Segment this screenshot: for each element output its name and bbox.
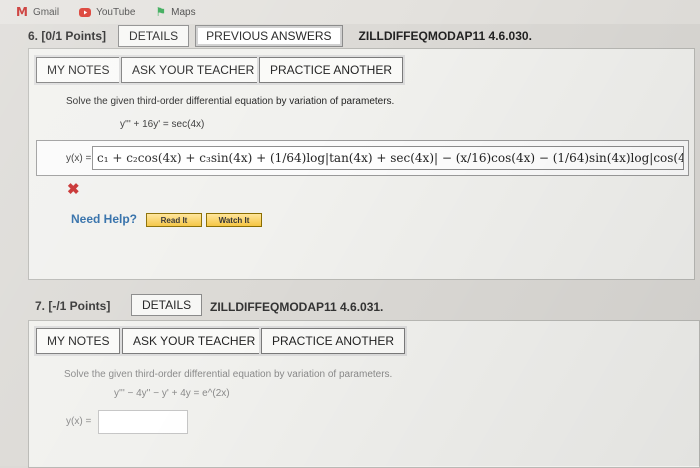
answer-label: y(x) =: [66, 416, 92, 427]
answer-input[interactable]: [98, 410, 188, 434]
bookmark-gmail[interactable]: M Gmail: [16, 5, 59, 19]
bookmark-maps[interactable]: ⚑ Maps: [155, 5, 195, 19]
watch-it-button[interactable]: Watch It: [206, 213, 262, 227]
question-6-equation: y''' + 16y' = sec(4x): [120, 119, 205, 130]
maps-icon: ⚑: [155, 5, 167, 19]
bookmarks-bar: M Gmail YouTube ⚑ Maps: [0, 0, 700, 24]
incorrect-x-icon: ✖: [67, 181, 80, 198]
answer-input[interactable]: c₁ + c₂cos(4x) + c₃sin(4x) + (1/64)log|t…: [92, 146, 684, 170]
practice-another-button[interactable]: PRACTICE ANOTHER: [261, 328, 406, 354]
bookmark-label: Maps: [171, 6, 196, 18]
question-7-title: 7. [-/1 Points]: [35, 299, 111, 313]
question-6-code: ZILLDIFFEQMODAP11 4.6.030.: [358, 29, 532, 43]
my-notes-button[interactable]: MY NOTES: [36, 328, 121, 354]
youtube-icon: [79, 7, 92, 17]
question-7-equation: y''' − 4y'' − y' + 4y = e^(2x): [114, 388, 230, 399]
ask-your-teacher-button[interactable]: ASK YOUR TEACHER: [121, 57, 266, 83]
question-7-prompt: Solve the given third-order differential…: [64, 369, 393, 380]
tab-details[interactable]: DETAILS: [118, 25, 190, 47]
tab-details[interactable]: DETAILS: [131, 294, 203, 316]
ask-your-teacher-button[interactable]: ASK YOUR TEACHER: [122, 328, 267, 354]
tab-previous-answers[interactable]: PREVIOUS ANSWERS: [195, 25, 343, 47]
question-6-prompt: Solve the given third-order differential…: [66, 96, 395, 107]
gmail-icon: M: [16, 5, 28, 19]
practice-another-button[interactable]: PRACTICE ANOTHER: [259, 57, 404, 83]
question-6-header: 6. [0/1 Points] DETAILS PREVIOUS ANSWERS…: [28, 24, 532, 48]
my-notes-button[interactable]: MY NOTES: [36, 57, 121, 83]
question-6-title: 6. [0/1 Points]: [28, 29, 107, 43]
need-help-label: Need Help?: [71, 212, 138, 226]
read-it-button[interactable]: Read It: [146, 213, 202, 227]
bookmark-youtube[interactable]: YouTube: [79, 7, 135, 18]
bookmark-label: Gmail: [32, 6, 60, 18]
bookmark-label: YouTube: [96, 6, 136, 18]
answer-label: y(x) =: [66, 153, 92, 164]
question-7-code: ZILLDIFFEQMODAP11 4.6.031.: [210, 300, 384, 314]
